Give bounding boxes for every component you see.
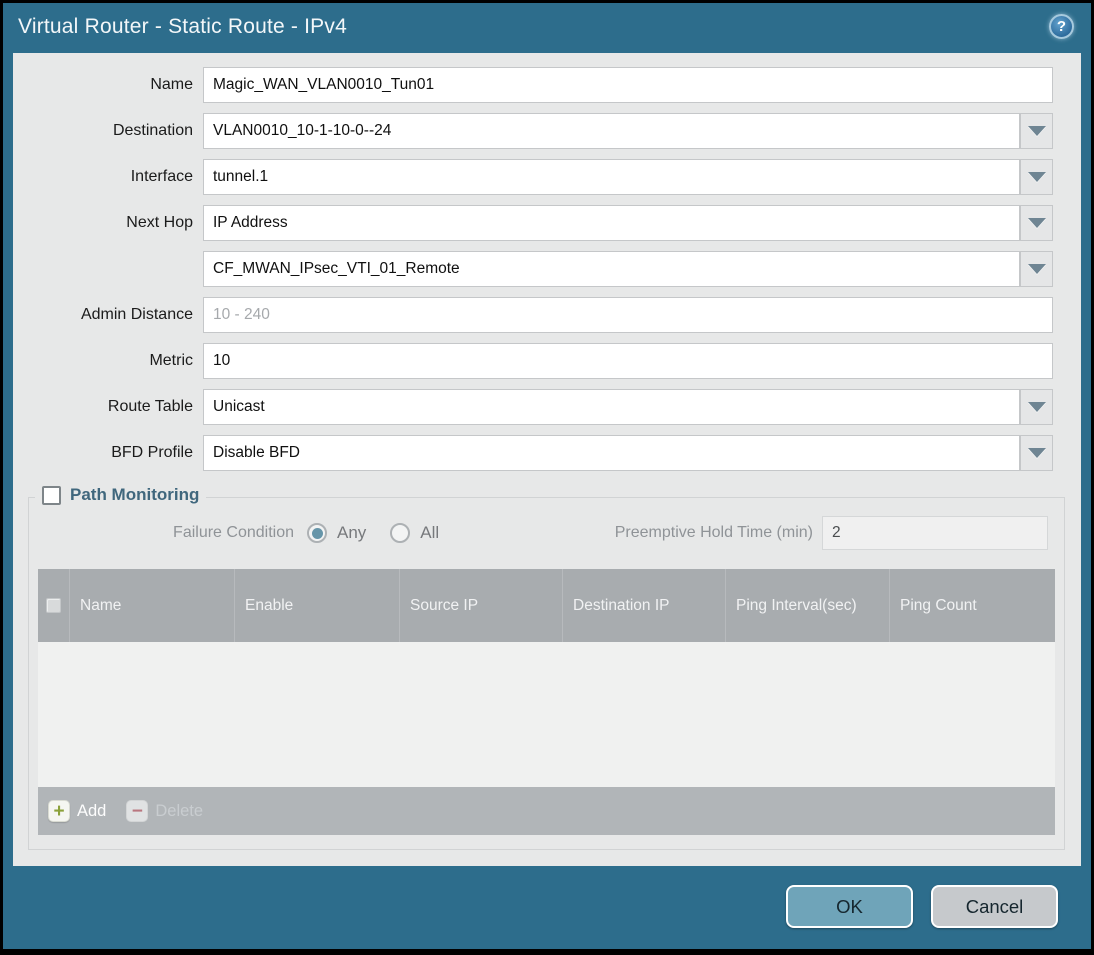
destination-dropdown-button[interactable] (1020, 113, 1053, 149)
path-monitoring-checkbox[interactable] (42, 485, 61, 505)
failure-condition-row: Failure Condition Any All Preemptive Hol… (29, 515, 1064, 551)
failure-condition-label: Failure Condition (173, 524, 294, 541)
chevron-down-icon (1027, 218, 1046, 228)
interface-input[interactable] (203, 159, 1020, 195)
column-header-ping-interval: Ping Interval(sec) (726, 569, 890, 642)
table-header-row: Name Enable Source IP Destination IP Pin… (38, 569, 1055, 642)
form-row-metric: Metric (13, 343, 1081, 379)
delete-button-label: Delete (155, 801, 204, 820)
name-label: Name (150, 76, 193, 93)
radio-all-label: All (420, 523, 440, 542)
admin-distance-input[interactable] (203, 297, 1053, 333)
column-header-ping-count: Ping Count (900, 596, 977, 614)
route-table-input[interactable] (203, 389, 1020, 425)
chevron-down-icon (1027, 264, 1046, 274)
dialog-content: Name Destination Interface (13, 53, 1081, 866)
table-footer-bar: + Add − Delete (38, 787, 1055, 835)
name-input[interactable] (203, 67, 1053, 103)
destination-label: Destination (112, 122, 193, 139)
chevron-down-icon (1027, 126, 1046, 136)
select-all-checkbox[interactable] (46, 598, 61, 613)
interface-dropdown-button[interactable] (1020, 159, 1053, 195)
form-row-interface: Interface (13, 159, 1081, 195)
form-row-next-hop: Next Hop (13, 205, 1081, 241)
next-hop-type-input[interactable] (203, 205, 1020, 241)
delete-button[interactable]: − Delete (126, 800, 203, 822)
title-bar: Virtual Router - Static Route - IPv4 ? (3, 3, 1091, 50)
column-header-name: Name (70, 569, 235, 642)
path-monitoring-title: Path Monitoring (70, 485, 200, 504)
bfd-profile-label: BFD Profile (111, 444, 193, 461)
static-route-form: Name Destination Interface (13, 53, 1081, 471)
form-row-name: Name (13, 67, 1081, 103)
failure-option-any: Any (307, 523, 366, 543)
path-monitoring-table: Name Enable Source IP Destination IP Pin… (38, 569, 1055, 835)
add-button-label: Add (77, 801, 107, 820)
metric-input[interactable] (203, 343, 1053, 379)
form-row-admin-distance: Admin Distance (13, 297, 1081, 333)
bfd-profile-input[interactable] (203, 435, 1020, 471)
bfd-profile-dropdown-button[interactable] (1020, 435, 1053, 471)
form-row-next-hop-address (13, 251, 1081, 287)
failure-option-all: All (390, 523, 439, 543)
dialog-title: Virtual Router - Static Route - IPv4 (18, 14, 347, 38)
column-header-source-ip: Source IP (400, 569, 563, 642)
ok-button[interactable]: OK (786, 885, 913, 928)
form-row-destination: Destination (13, 113, 1081, 149)
column-header-destination-ip: Destination IP (563, 569, 726, 642)
preemptive-hold-time-input[interactable] (822, 516, 1048, 550)
interface-label: Interface (130, 168, 193, 185)
dialog-action-buttons: OK Cancel (786, 885, 1058, 928)
radio-any[interactable] (307, 523, 327, 543)
table-header-select (38, 569, 70, 642)
form-row-bfd-profile: BFD Profile (13, 435, 1081, 471)
admin-distance-label: Admin Distance (80, 306, 193, 323)
metric-label: Metric (149, 352, 193, 369)
next-hop-address-dropdown-button[interactable] (1020, 251, 1053, 287)
chevron-down-icon (1027, 448, 1046, 458)
path-monitoring-group: Path Monitoring Failure Condition Any Al… (28, 485, 1065, 850)
next-hop-type-dropdown-button[interactable] (1020, 205, 1053, 241)
destination-input[interactable] (203, 113, 1020, 149)
chevron-down-icon (1027, 402, 1046, 412)
path-monitoring-legend: Path Monitoring (35, 485, 207, 505)
form-row-route-table: Route Table (13, 389, 1081, 425)
radio-all[interactable] (390, 523, 411, 543)
route-table-dropdown-button[interactable] (1020, 389, 1053, 425)
plus-icon: + (48, 800, 70, 822)
table-body-empty (38, 642, 1055, 787)
add-button[interactable]: + Add (48, 800, 106, 822)
cancel-button[interactable]: Cancel (931, 885, 1058, 928)
dialog-frame: Virtual Router - Static Route - IPv4 ? N… (3, 3, 1091, 949)
dialog-window: Virtual Router - Static Route - IPv4 ? N… (0, 0, 1094, 955)
route-table-label: Route Table (107, 398, 193, 415)
preemptive-hold-time-label: Preemptive Hold Time (min) (614, 524, 813, 541)
next-hop-label: Next Hop (126, 214, 193, 231)
column-header-enable: Enable (235, 569, 400, 642)
help-icon[interactable]: ? (1049, 14, 1074, 39)
next-hop-address-input[interactable] (203, 251, 1020, 287)
chevron-down-icon (1027, 172, 1046, 182)
radio-any-label: Any (337, 523, 367, 542)
minus-icon: − (126, 800, 149, 822)
